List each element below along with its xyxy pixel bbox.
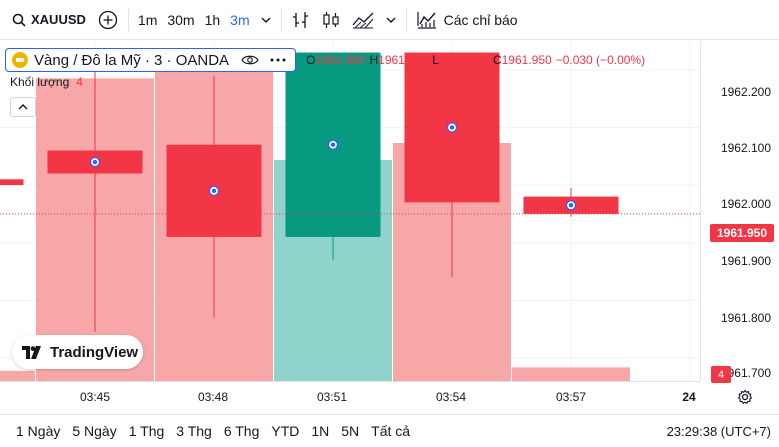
time-axis[interactable]: 03:45 03:48 03:51 03:54 03:57 24	[0, 381, 700, 409]
price-axis[interactable]: 1962.200 1962.100 1962.000 1961.900 1961…	[700, 41, 779, 381]
interval-dropdown[interactable]	[255, 0, 277, 40]
price-tick: 1962.000	[720, 197, 771, 211]
range-3m[interactable]: 3 Thg	[170, 423, 218, 439]
chart-pane[interactable]	[0, 41, 700, 381]
tradingview-wordmark: TradingView	[50, 343, 139, 361]
chevron-down-icon	[261, 17, 271, 23]
change-value: −0.030 (−0.00%)	[555, 53, 646, 67]
toolbar-divider	[127, 8, 129, 31]
high-value: 1961.995	[378, 53, 429, 67]
high-key: H	[369, 53, 379, 67]
volume-label: Khối lượng	[10, 75, 70, 89]
open-value: 1961.980	[315, 53, 366, 67]
range-1d[interactable]: 1 Ngày	[10, 423, 66, 439]
price-tick: 1962.200	[720, 85, 771, 99]
symbol-legend-box[interactable]: Vàng / Đô la Mỹ · 3 · OANDA	[5, 48, 297, 72]
time-tick: 03:48	[197, 390, 229, 404]
price-tick: 1962.100	[720, 141, 771, 155]
time-tick: 03:54	[435, 390, 467, 404]
toolbar-divider	[280, 8, 282, 31]
search-icon	[12, 13, 26, 27]
area-style-button[interactable]	[346, 0, 380, 40]
volume-tag: 4	[711, 366, 731, 383]
tv-logo-icon	[22, 345, 41, 359]
interval-30m[interactable]: 30m	[162, 0, 199, 40]
indicators-icon	[417, 11, 436, 29]
bars-icon	[292, 11, 308, 28]
add-circle-icon	[98, 10, 118, 29]
time-tick: 03:45	[79, 390, 111, 404]
top-toolbar: XAUUSD 1m 30m 1h 3m Các chỉ báo	[0, 0, 779, 40]
close-key: C	[492, 53, 502, 67]
range-1y[interactable]: 1N	[305, 423, 335, 439]
candle-marker-dot	[211, 188, 217, 194]
time-tick: 03:51	[316, 390, 348, 404]
chart-settings-button[interactable]	[737, 389, 753, 409]
candles-icon	[323, 11, 339, 28]
time-tick: 24	[682, 390, 696, 404]
low-key: L	[432, 53, 439, 67]
collapse-legend-button[interactable]	[10, 97, 36, 117]
price-tick: 1961.900	[720, 254, 771, 268]
volume-value: 4	[76, 75, 83, 89]
range-all[interactable]: Tất cả	[365, 423, 416, 439]
candle-marker-dot	[92, 159, 98, 165]
gold-bar-icon	[12, 52, 28, 68]
candles-style-button[interactable]	[316, 0, 346, 40]
more-icon[interactable]	[269, 57, 287, 63]
candle-marker-dot	[330, 142, 336, 147]
chevron-up-icon	[18, 104, 28, 110]
chart-legend: Vàng / Đô la Mỹ · 3 · OANDA O1961.980 H1…	[5, 48, 645, 72]
symbol-name: XAUUSD	[31, 12, 86, 27]
area-chart-icon	[352, 12, 374, 28]
symbol-title: Vàng / Đô la Mỹ · 3 · OANDA	[34, 51, 230, 69]
range-5y[interactable]: 5N	[335, 423, 365, 439]
open-key: O	[306, 53, 316, 67]
interval-1m[interactable]: 1m	[133, 0, 162, 40]
volume-bar	[0, 370, 35, 381]
eye-icon[interactable]	[241, 54, 259, 66]
candle-marker-dot	[568, 203, 574, 208]
range-6m[interactable]: 6 Thg	[218, 423, 266, 439]
close-value: 1961.950	[501, 53, 552, 67]
indicators-label: Các chỉ báo	[443, 11, 518, 28]
interval-3m[interactable]: 3m	[225, 0, 254, 40]
time-tick: 03:57	[555, 390, 587, 404]
tradingview-logo[interactable]: TradingView	[12, 335, 143, 369]
last-price-label: 1961.950	[710, 224, 774, 242]
symbol-search[interactable]: XAUUSD	[0, 0, 92, 40]
date-range-bar: 1 Ngày 5 Ngày 1 Thg 3 Thg 6 Thg YTD 1N 5…	[0, 414, 779, 447]
ohlc-values: O1961.980 H1961.995 L1961.945 C1961.950 …	[306, 53, 645, 67]
interval-1h[interactable]: 1h	[200, 0, 226, 40]
volume-bar	[512, 367, 630, 381]
range-5d[interactable]: 5 Ngày	[66, 423, 122, 439]
bar-style-button[interactable]	[286, 0, 316, 40]
candle-marker-dot	[449, 125, 455, 130]
candle-body	[0, 179, 24, 186]
range-ytd[interactable]: YTD	[265, 423, 305, 439]
low-value: 1961.945	[438, 53, 489, 67]
gear-icon	[737, 389, 753, 405]
price-tick: 1961.800	[720, 311, 771, 325]
range-1m[interactable]: 1 Thg	[123, 423, 171, 439]
chart-type-dropdown[interactable]	[380, 0, 402, 40]
volume-legend: Khối lượng 4	[10, 75, 83, 89]
indicators-button[interactable]: Các chỉ báo	[411, 0, 524, 40]
chevron-down-icon	[386, 17, 396, 23]
clock-timezone[interactable]: 23:29:38 (UTC+7)	[667, 424, 771, 439]
toolbar-divider	[405, 8, 407, 31]
candlestick-chart[interactable]	[0, 41, 700, 381]
compare-button[interactable]	[92, 0, 124, 40]
